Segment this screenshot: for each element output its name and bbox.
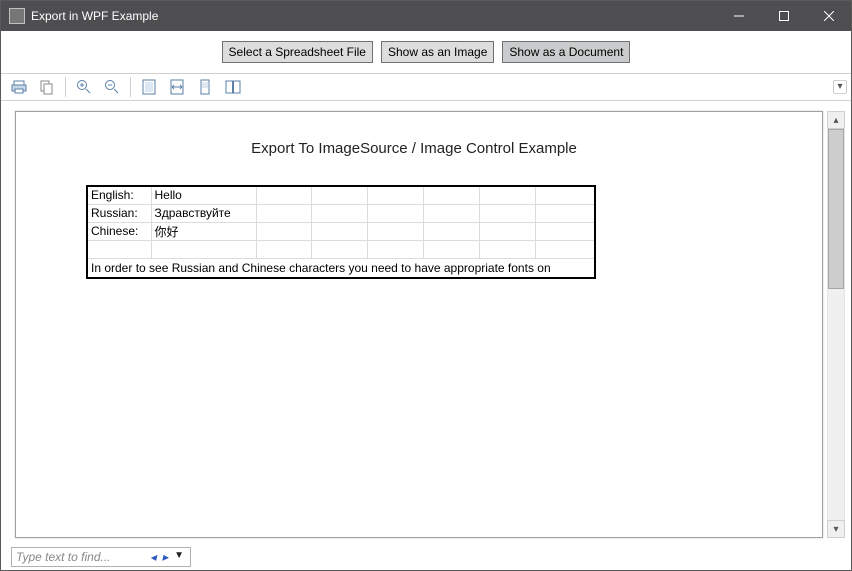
minimize-icon	[734, 11, 744, 21]
single-page-icon	[197, 79, 213, 95]
cell-lang: English:	[87, 186, 151, 204]
document-page[interactable]: Export To ImageSource / Image Control Ex…	[15, 111, 823, 538]
action-bar: Select a Spreadsheet File Show as an Ima…	[1, 31, 851, 73]
scroll-up-button[interactable]: ▴	[827, 111, 845, 129]
cell-lang: Russian:	[87, 204, 151, 222]
find-options-button[interactable]: ▼	[172, 550, 186, 564]
find-placeholder: Type text to find...	[16, 550, 111, 564]
chevron-down-icon: ▾	[833, 524, 838, 535]
zoom-in-button[interactable]	[72, 76, 96, 98]
find-input[interactable]: Type text to find... ◂ ▸ ▼	[11, 547, 191, 567]
window-title: Export in WPF Example	[31, 9, 158, 23]
copy-button[interactable]	[35, 76, 59, 98]
document-toolbar: ▾	[1, 73, 851, 101]
scroll-down-button[interactable]: ▾	[827, 520, 845, 538]
table-row: English: Hello	[87, 186, 595, 204]
find-next-button[interactable]: ▸	[160, 550, 170, 564]
cell-text: 你好	[151, 222, 256, 240]
printer-icon	[11, 79, 27, 95]
table-row: Russian: Здравствуйте	[87, 204, 595, 222]
app-icon	[9, 8, 25, 24]
find-prev-button[interactable]: ◂	[148, 550, 158, 564]
fit-width-button[interactable]	[165, 76, 189, 98]
page-icon	[141, 79, 157, 95]
titlebar: Export in WPF Example	[1, 1, 851, 31]
maximize-button[interactable]	[761, 1, 806, 31]
maximize-icon	[779, 11, 789, 21]
two-page-icon	[225, 79, 241, 95]
zoom-in-icon	[76, 79, 92, 95]
zoom-out-button[interactable]	[100, 76, 124, 98]
two-page-button[interactable]	[221, 76, 245, 98]
scroll-track[interactable]	[827, 129, 845, 520]
single-page-button[interactable]	[193, 76, 217, 98]
app-window: Export in WPF Example Select a Spreadshe…	[0, 0, 852, 571]
cell-text: Здравствуйте	[151, 204, 256, 222]
table-row: Chinese: 你好	[87, 222, 595, 240]
copy-icon	[39, 79, 55, 95]
spreadsheet-table: English: Hello Russian: Здравствуйте Chi…	[86, 185, 596, 279]
table-note-row: In order to see Russian and Chinese char…	[87, 258, 595, 278]
vertical-scrollbar[interactable]: ▴ ▾	[827, 111, 845, 538]
chevron-up-icon: ▴	[833, 115, 838, 126]
separator	[65, 77, 66, 97]
close-button[interactable]	[806, 1, 851, 31]
toolbar-overflow-button[interactable]: ▾	[833, 80, 847, 94]
separator	[130, 77, 131, 97]
close-icon	[824, 11, 834, 21]
document-viewer: Export To ImageSource / Image Control Ex…	[1, 101, 851, 544]
print-button[interactable]	[7, 76, 31, 98]
table-row	[87, 240, 595, 258]
document-title: Export To ImageSource / Image Control Ex…	[26, 140, 802, 157]
fit-page-button[interactable]	[137, 76, 161, 98]
find-bar: Type text to find... ◂ ▸ ▼	[1, 544, 851, 570]
zoom-out-icon	[104, 79, 120, 95]
note-text: In order to see Russian and Chinese char…	[87, 258, 595, 278]
minimize-button[interactable]	[716, 1, 761, 31]
select-file-button[interactable]: Select a Spreadsheet File	[222, 41, 373, 63]
fit-width-icon	[169, 79, 185, 95]
show-document-button[interactable]: Show as a Document	[502, 41, 630, 63]
scroll-thumb[interactable]	[828, 129, 844, 289]
show-image-button[interactable]: Show as an Image	[381, 41, 494, 63]
cell-text: Hello	[151, 186, 256, 204]
cell-lang: Chinese:	[87, 222, 151, 240]
